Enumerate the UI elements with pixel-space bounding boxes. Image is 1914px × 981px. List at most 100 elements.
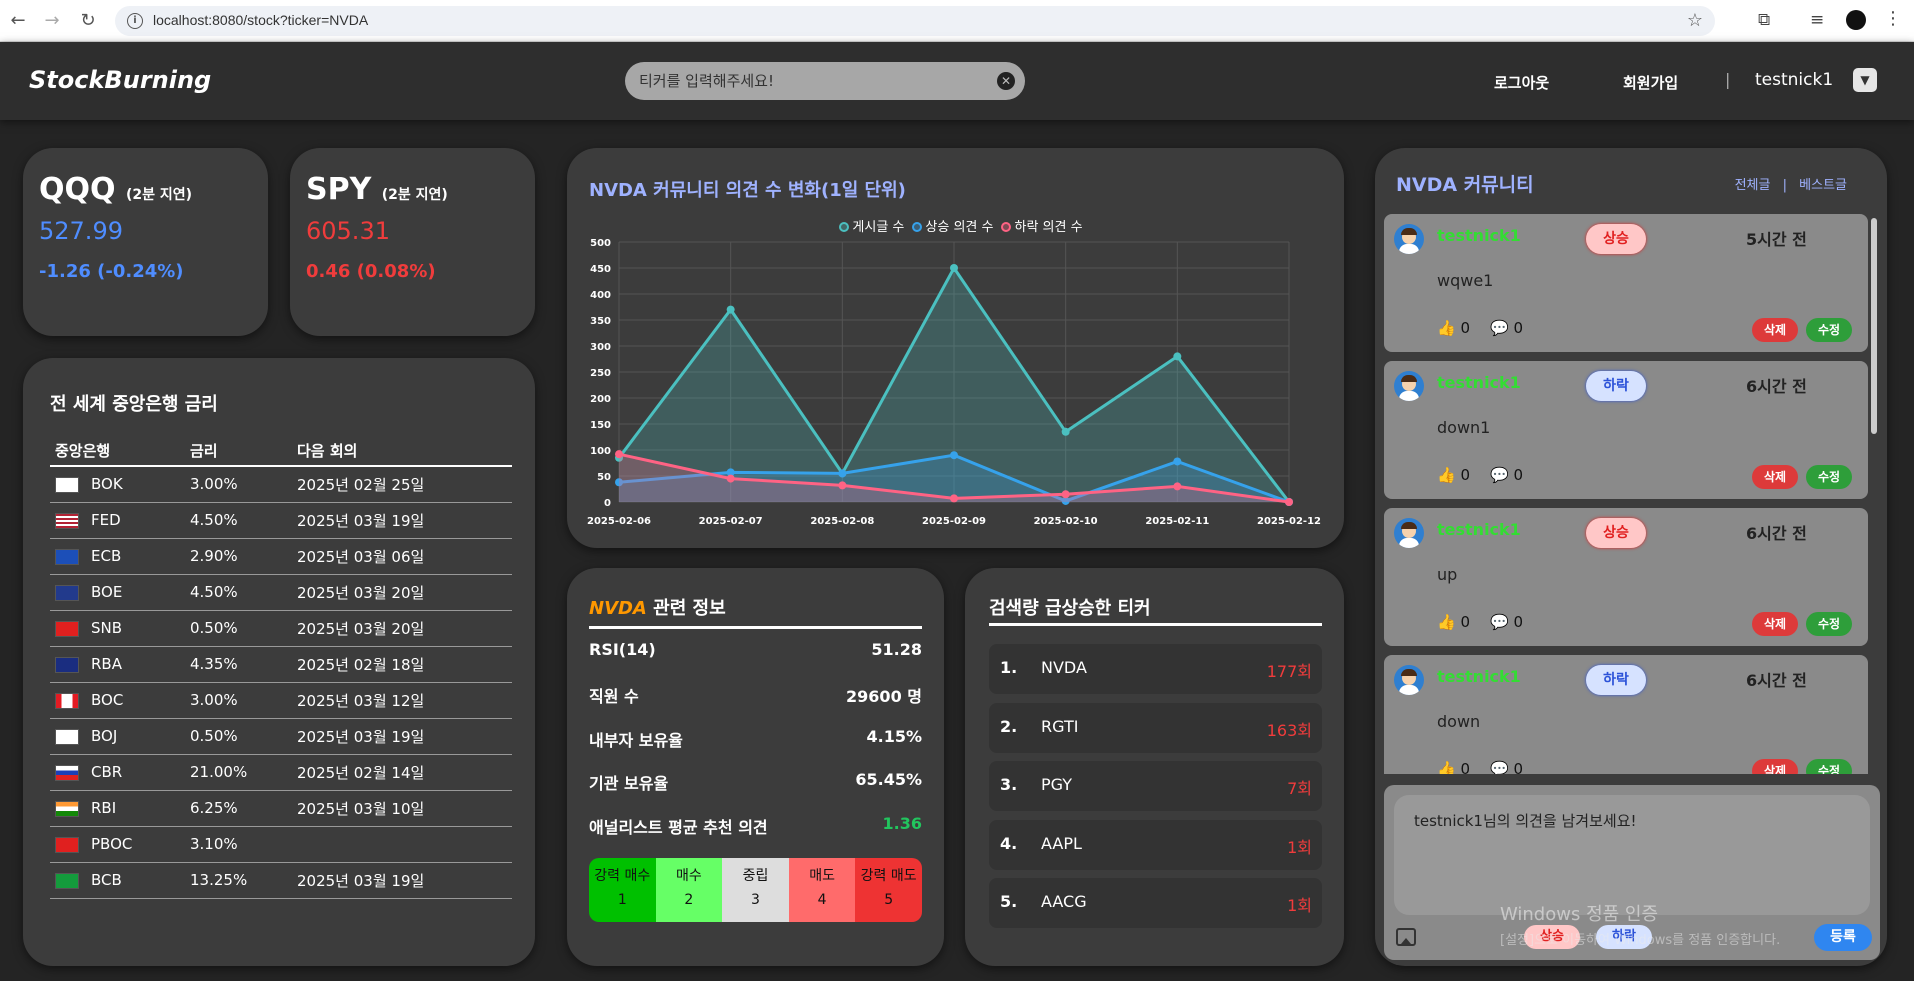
reload-icon[interactable]: ↻ [76, 9, 100, 33]
logout-button[interactable]: 로그아웃 [1494, 72, 1549, 93]
address-bar[interactable]: i localhost:8080/stock?ticker=NVDA ☆ [115, 6, 1715, 36]
like-button[interactable]: 👍 0 [1437, 760, 1470, 774]
rate-cell: 0.50% [185, 610, 292, 647]
next-meeting-cell: 2025년 03월 10일 [292, 790, 512, 827]
x-tick-label: 2025-02-12 [1257, 516, 1321, 527]
x-tick-label: 2025-02-10 [1034, 516, 1098, 527]
delete-button[interactable]: 삭제 [1752, 612, 1798, 636]
y-tick-label: 100 [590, 446, 611, 457]
signup-button[interactable]: 회원가입 [1623, 72, 1678, 93]
extensions-icon[interactable]: ⧉ [1758, 10, 1770, 30]
data-point[interactable] [1173, 352, 1182, 361]
info-value: 65.45% [855, 770, 922, 789]
like-button[interactable]: 👍 0 [1437, 613, 1470, 631]
clear-search-icon[interactable]: ✕ [997, 72, 1015, 90]
avatar [1394, 224, 1424, 254]
rate-cell: 2.90% [185, 538, 292, 575]
all-posts-link[interactable]: 전체글 [1735, 178, 1771, 193]
trending-rank: 2. [1000, 716, 1018, 736]
best-posts-link[interactable]: 베스트글 [1799, 178, 1847, 193]
x-tick-label: 2025-02-08 [810, 516, 874, 527]
data-point[interactable] [838, 481, 847, 490]
info-row-institution: 기관 보유율 65.45% [589, 770, 922, 800]
data-point[interactable] [950, 494, 958, 503]
flag-ca-icon [55, 692, 79, 709]
image-upload-icon[interactable] [1396, 928, 1416, 946]
bookmark-star-icon[interactable]: ☆ [1687, 10, 1703, 31]
site-info-icon[interactable]: i [127, 13, 143, 29]
rate-cell: 4.50% [185, 502, 292, 539]
media-icon[interactable]: ≡ [1810, 10, 1824, 30]
trending-item[interactable]: 3. PGY 7회 [989, 761, 1322, 811]
trending-item[interactable]: 5. AACG 1회 [989, 878, 1322, 928]
data-point[interactable] [838, 469, 847, 478]
trending-item[interactable]: 2. RGTI 163회 [989, 702, 1322, 753]
data-point[interactable] [950, 264, 958, 272]
bank-code: BOE [91, 583, 123, 601]
url-text[interactable]: localhost:8080/stock?ticker=NVDA [153, 12, 368, 28]
trending-ticker[interactable]: NVDA [1041, 658, 1087, 677]
profile-avatar[interactable] [1846, 10, 1866, 30]
comment-button[interactable]: 💬 0 [1490, 466, 1523, 484]
like-button[interactable]: 👍 0 [1437, 466, 1470, 484]
data-point[interactable] [1173, 457, 1182, 466]
like-button[interactable]: 👍 0 [1437, 319, 1470, 337]
data-point[interactable] [726, 474, 735, 483]
comment-button[interactable]: 💬 0 [1490, 319, 1523, 337]
menu-kebab-icon[interactable]: ⋮ [1884, 8, 1902, 29]
delete-button[interactable]: 삭제 [1752, 465, 1798, 489]
rating-label: 매도 [809, 868, 835, 884]
user-nickname[interactable]: testnick1 [1755, 70, 1833, 90]
edit-button[interactable]: 수정 [1806, 318, 1852, 342]
trending-ticker[interactable]: RGTI [1041, 717, 1078, 736]
post-username[interactable]: testnick1 [1437, 667, 1521, 686]
post-list-scrollbar[interactable] [1871, 218, 1877, 434]
trending-count: 1회 [1287, 837, 1312, 857]
trending-ticker[interactable]: AACG [1041, 892, 1087, 911]
post-list[interactable]: testnick1 상승 5시간 전 wqwe1 👍 0 💬 0 삭제 수정 testnick1… [1384, 214, 1868, 774]
search-input[interactable] [639, 62, 979, 100]
back-icon[interactable]: ← [6, 9, 30, 33]
comment-button[interactable]: 💬 0 [1490, 760, 1523, 774]
post-item[interactable]: testnick1 상승 5시간 전 wqwe1 👍 0 💬 0 삭제 수정 [1384, 214, 1868, 352]
flag-cn-icon [55, 836, 79, 853]
edit-button[interactable]: 수정 [1806, 759, 1852, 774]
comment-input[interactable] [1394, 795, 1870, 915]
post-item[interactable]: testnick1 하락 6시간 전 down1 👍 0 💬 0 삭제 수정 [1384, 361, 1868, 499]
data-point[interactable] [1061, 490, 1070, 499]
post-item[interactable]: testnick1 상승 6시간 전 up 👍 0 💬 0 삭제 수정 [1384, 508, 1868, 646]
link-separator: | [1782, 178, 1788, 193]
user-dropdown-icon[interactable]: ▼ [1853, 68, 1877, 92]
y-tick-label: 50 [597, 472, 611, 483]
trending-item[interactable]: 4. AAPL 1회 [989, 819, 1322, 870]
quote-card-spy: SPY (2분 지연) 605.31 0.46 (0.08%) [290, 148, 535, 336]
flag-in-icon [55, 800, 79, 817]
post-username[interactable]: testnick1 [1437, 520, 1521, 539]
like-count: 0 [1460, 760, 1470, 774]
quote-card-qqq: QQQ (2분 지연) 527.99 -1.26 (-0.24%) [23, 148, 268, 336]
trending-ticker[interactable]: PGY [1041, 775, 1072, 794]
delete-button[interactable]: 삭제 [1752, 318, 1798, 342]
data-point[interactable] [615, 450, 623, 459]
data-point[interactable] [1285, 498, 1293, 506]
data-point[interactable] [950, 451, 958, 460]
x-tick-label: 2025-02-07 [699, 516, 763, 527]
flag-eu-icon [55, 548, 79, 565]
post-username[interactable]: testnick1 [1437, 226, 1521, 245]
edit-button[interactable]: 수정 [1806, 612, 1852, 636]
logo[interactable]: StockBurning [29, 66, 211, 94]
submit-button[interactable]: 등록 [1814, 924, 1872, 951]
trending-ticker[interactable]: AAPL [1041, 834, 1082, 853]
data-point[interactable] [726, 305, 735, 314]
data-point[interactable] [1061, 427, 1070, 436]
opinion-area-chart: 0 50 100 150 200 250 300 350 400 450 500 2025-02-06… [587, 238, 1321, 527]
delete-button[interactable]: 삭제 [1752, 759, 1798, 774]
data-point[interactable] [1173, 482, 1182, 491]
trending-item[interactable]: 1. NVDA 177회 [989, 644, 1322, 694]
edit-button[interactable]: 수정 [1806, 465, 1852, 489]
forward-icon[interactable]: → [40, 9, 64, 33]
post-item[interactable]: testnick1 하락 6시간 전 down 👍 0 💬 0 삭제 수정 [1384, 655, 1868, 774]
bank-code: BOJ [91, 727, 118, 745]
comment-button[interactable]: 💬 0 [1490, 613, 1523, 631]
post-username[interactable]: testnick1 [1437, 373, 1521, 392]
